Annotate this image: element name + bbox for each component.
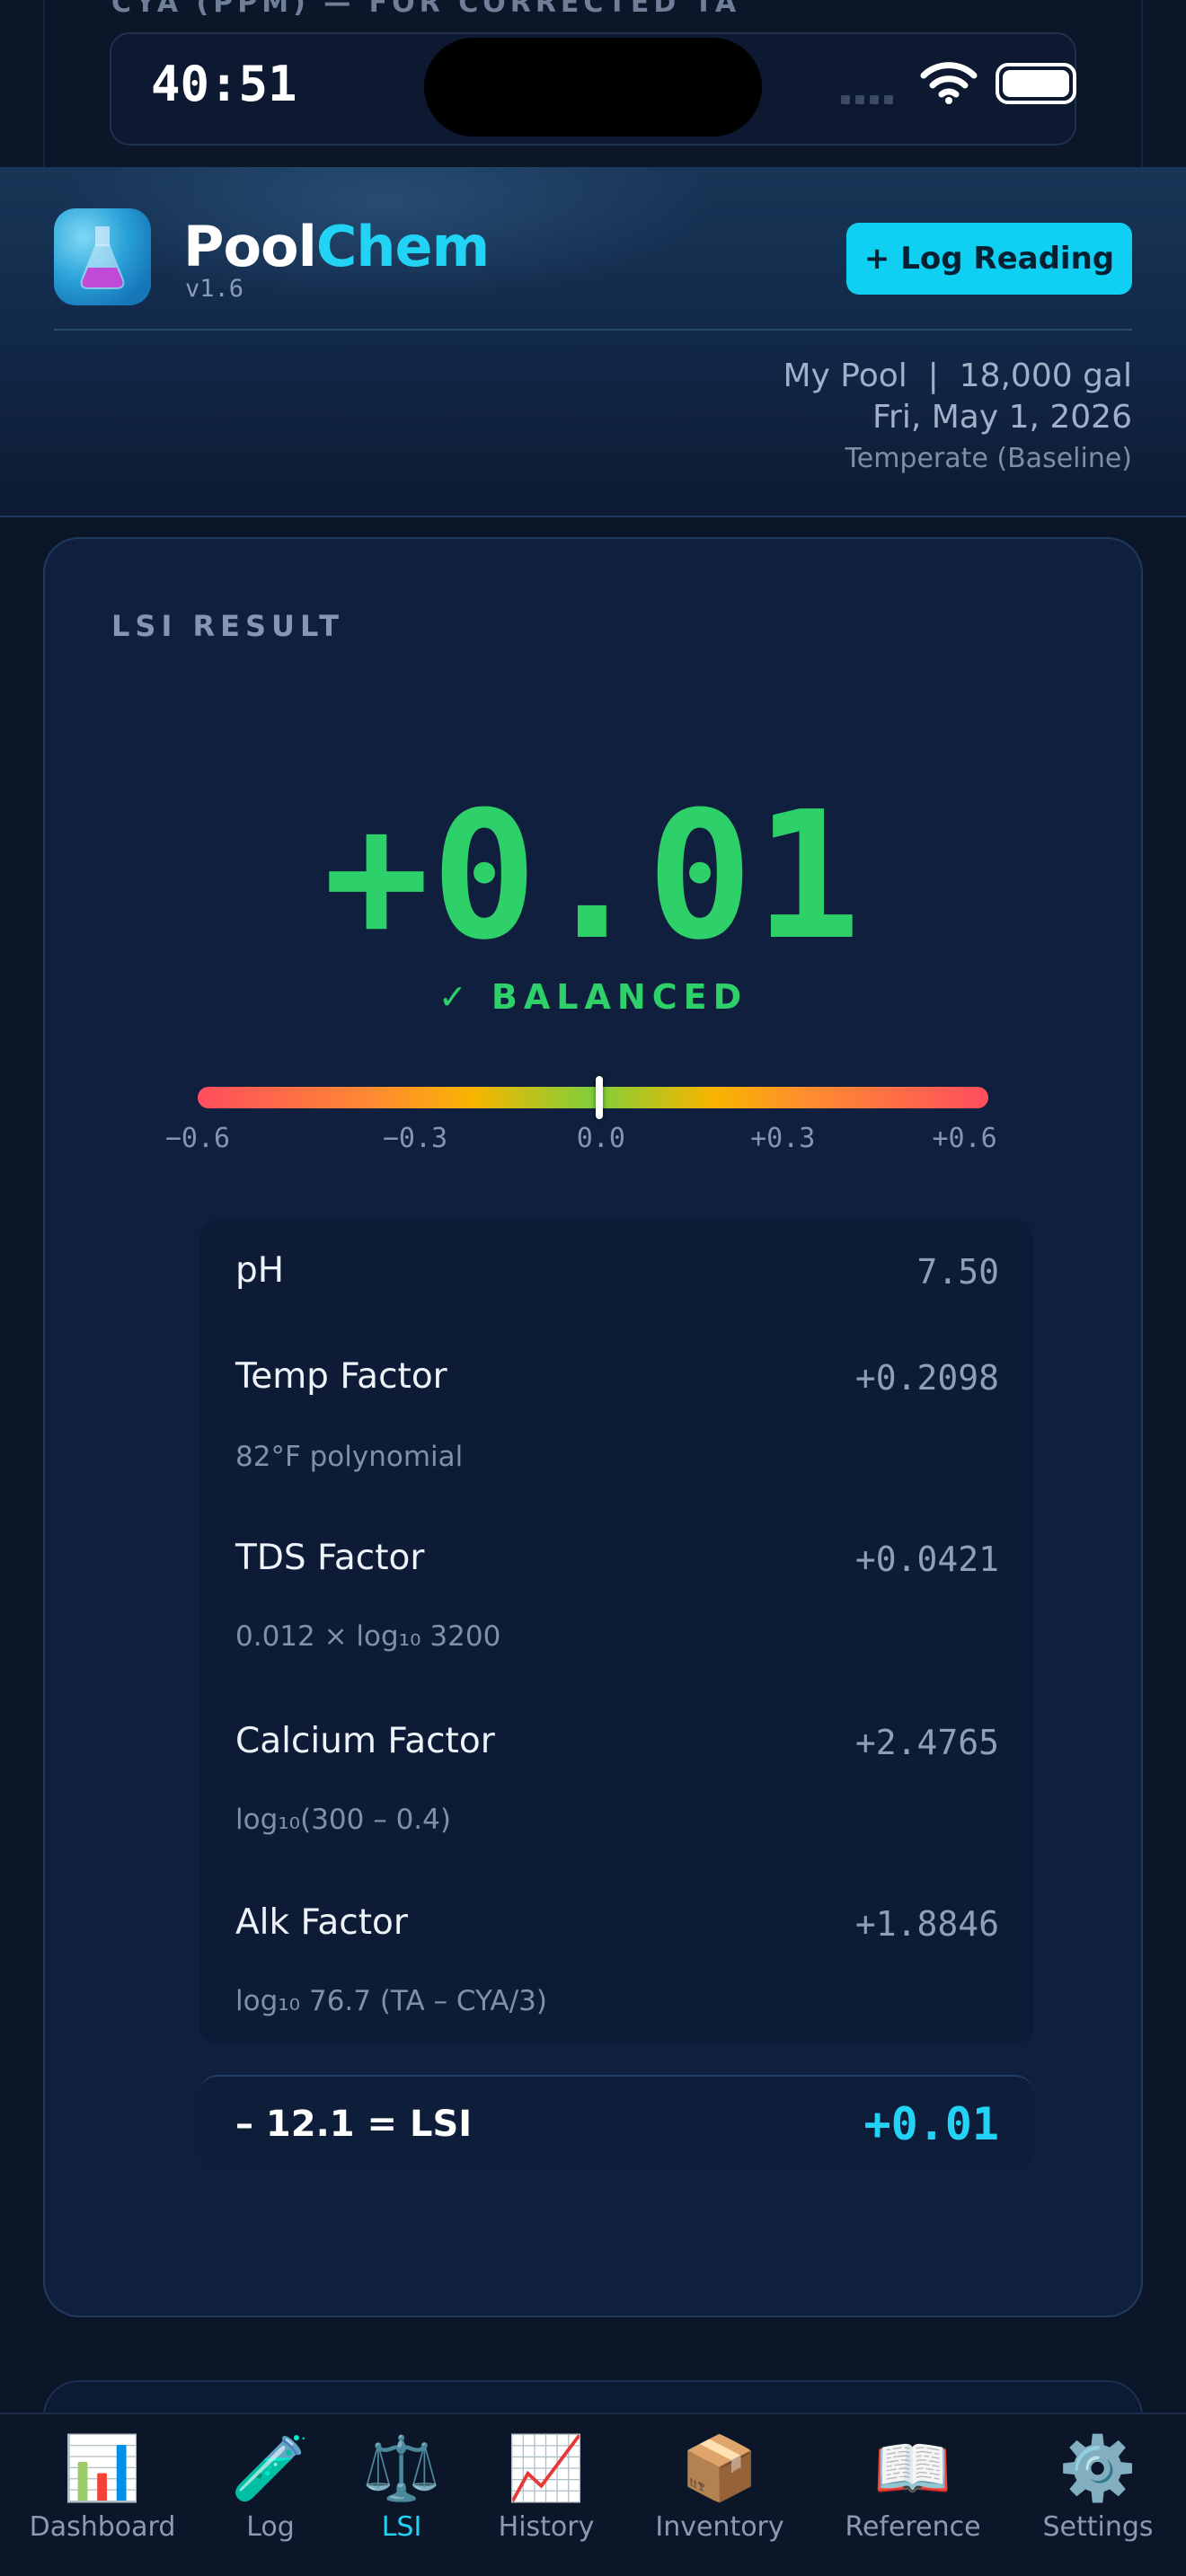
lsi-factors-table: pH 7.50 Temp Factor +0.2098 82°F polynom… [199,1220,1033,2044]
factor-label: pH [235,1250,285,1291]
bottom-nav: 📊 Dashboard 🧪 Log ⚖️ LSI 📈 History 📦 Inv… [0,2413,1186,2576]
app-header: PoolChem v1.6 + Log Reading My Pool | 18… [0,167,1186,517]
climate-label: Temperate (Baseline) [845,443,1132,474]
bar-chart-icon: 📊 [63,2431,142,2505]
nav-inventory[interactable]: 📦 Inventory [655,2432,783,2543]
card-title: LSI RESULT [111,609,344,643]
battery-icon [996,63,1076,104]
nav-label: LSI [381,2511,422,2543]
dynamic-island [424,38,762,137]
pool-info: My Pool | 18,000 gal Fri, May 1, 2026 Te… [783,356,1132,480]
balance-status: ✓ BALANCED [438,977,748,1017]
lsi-scale-marker [596,1076,604,1119]
log-reading-button[interactable]: + Log Reading [846,223,1132,295]
trend-chart-icon: 📈 [507,2431,586,2505]
nav-reference[interactable]: 📖 Reference [845,2432,980,2543]
lsi-scale-ticks: −0.6 −0.3 0.0 +0.3 +0.6 [165,1123,997,1159]
status-time: 40:51 [151,56,297,112]
scale-tick: −0.6 [164,1123,231,1154]
nav-label: Settings [1042,2511,1154,2543]
lsi-scale-bar [198,1076,988,1119]
app-name-chem: Chem [315,214,490,279]
nav-label: Dashboard [29,2511,176,2543]
app-name-pool: Pool [183,214,317,279]
app-logo [54,208,151,305]
scale-tick: 0.0 [576,1123,625,1154]
app-version: v1.6 [185,275,244,303]
header-divider [54,329,1132,331]
wifi-icon [920,62,978,104]
factor-label: Calcium Factor [235,1721,495,1761]
nav-history[interactable]: 📈 History [499,2432,595,2543]
factor-value: +2.4765 [854,1723,999,1762]
section-label-cya: CYA (PPM) — FOR CORRECTED TA [111,0,741,19]
nav-label: Inventory [655,2511,784,2543]
package-icon: 📦 [680,2431,759,2505]
factor-note: log₁₀(300 – 0.4) [235,1804,451,1836]
reading-date: Fri, May 1, 2026 [872,399,1132,436]
scale-tick: +0.3 [750,1123,816,1154]
lsi-value: +0.01 [323,774,863,979]
factor-value: +0.2098 [854,1358,999,1398]
status-bar: 40:51 [110,32,1076,146]
nav-log[interactable]: 🧪 Log [231,2432,309,2543]
app-name: PoolChem [183,214,490,279]
factor-note: 0.012 × log₁₀ 3200 [235,1620,501,1653]
factor-value: +1.8846 [854,1904,999,1944]
test-tube-icon: 🧪 [231,2431,310,2505]
lsi-total-row: – 12.1 = LSI +0.01 [199,2075,1033,2170]
nav-label: Log [246,2511,295,2543]
scale-tick: +0.6 [932,1123,997,1154]
lsi-result-card: LSI RESULT +0.01 ✓ BALANCED −0.6 −0.3 0.… [43,537,1143,2317]
card-edge-left [43,0,45,167]
factor-label: TDS Factor [235,1538,425,1578]
pool-summary: My Pool | 18,000 gal [783,357,1132,394]
nav-label: Reference [845,2511,981,2543]
nav-label: History [498,2511,595,2543]
flask-icon [80,226,125,289]
factor-label: Alk Factor [235,1902,408,1943]
gear-icon: ⚙️ [1058,2431,1137,2505]
factor-value: +0.0421 [854,1539,999,1579]
factor-label: Temp Factor [235,1356,447,1397]
scale-tick: −0.3 [382,1123,448,1154]
card-edge-right [1141,0,1143,167]
cellular-signal-icon [841,95,893,104]
nav-lsi[interactable]: ⚖️ LSI [362,2432,440,2543]
factor-note: 82°F polynomial [235,1441,464,1473]
factor-value: 7.50 [916,1252,999,1292]
balance-scale-icon: ⚖️ [362,2431,441,2505]
total-value: +0.01 [863,2098,999,2150]
nav-dashboard[interactable]: 📊 Dashboard [30,2432,176,2543]
factor-note: log₁₀ 76.7 (TA – CYA/3) [235,1985,547,2017]
nav-settings[interactable]: ⚙️ Settings [1042,2432,1153,2543]
open-book-icon: 📖 [873,2431,952,2505]
total-label: – 12.1 = LSI [235,2104,473,2145]
